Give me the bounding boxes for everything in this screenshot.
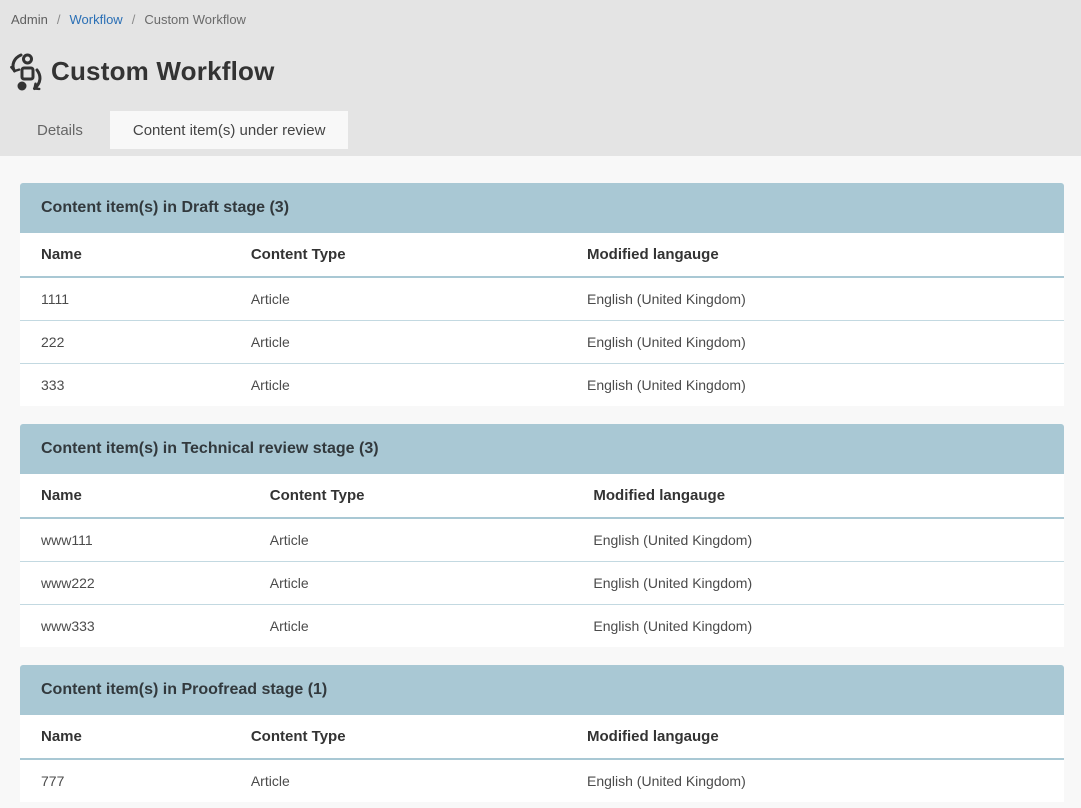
- cell-content-type: Article: [249, 604, 573, 647]
- cell-name: www222: [20, 561, 249, 604]
- cell-content-type: Article: [249, 561, 573, 604]
- cell-name: 222: [20, 320, 230, 363]
- column-header: Name: [20, 233, 230, 277]
- stage-table: NameContent TypeModified langauge 777Art…: [20, 715, 1064, 802]
- cell-name: www111: [20, 518, 249, 561]
- table-row: 333ArticleEnglish (United Kingdom): [20, 363, 1064, 406]
- content-area: Content item(s) in Draft stage (3) NameC…: [0, 156, 1081, 802]
- table-row: 777ArticleEnglish (United Kingdom): [20, 759, 1064, 802]
- cell-content-type: Article: [230, 759, 566, 802]
- cell-modified-language: English (United Kingdom): [572, 518, 1064, 561]
- cell-content-type: Article: [230, 363, 566, 406]
- table-header-row: NameContent TypeModified langauge: [20, 233, 1064, 277]
- breadcrumb: Admin / Workflow / Custom Workflow: [0, 0, 1081, 27]
- cell-modified-language: English (United Kingdom): [572, 604, 1064, 647]
- table-row: www111ArticleEnglish (United Kingdom): [20, 518, 1064, 561]
- breadcrumb-workflow[interactable]: Workflow: [69, 12, 122, 27]
- tab-content-items-under-review[interactable]: Content item(s) under review: [110, 111, 349, 149]
- stage-section: Content item(s) in Proofread stage (1) N…: [20, 665, 1064, 802]
- column-header: Content Type: [249, 474, 573, 518]
- column-header: Name: [20, 715, 230, 759]
- stage-table: NameContent TypeModified langauge www111…: [20, 474, 1064, 647]
- table-row: 222ArticleEnglish (United Kingdom): [20, 320, 1064, 363]
- cell-name: 777: [20, 759, 230, 802]
- cell-modified-language: English (United Kingdom): [572, 561, 1064, 604]
- stage-section-title: Content item(s) in Technical review stag…: [20, 424, 1064, 474]
- cell-name: 333: [20, 363, 230, 406]
- stage-section-title: Content item(s) in Proofread stage (1): [20, 665, 1064, 715]
- cell-name: www333: [20, 604, 249, 647]
- tab-details[interactable]: Details: [10, 111, 110, 149]
- column-header: Modified langauge: [566, 233, 1064, 277]
- column-header: Content Type: [230, 715, 566, 759]
- tab-bar: Details Content item(s) under review: [0, 93, 1081, 149]
- column-header: Name: [20, 474, 249, 518]
- breadcrumb-current: Custom Workflow: [144, 12, 246, 27]
- breadcrumb-separator: /: [132, 12, 136, 27]
- stage-sections: Content item(s) in Draft stage (3) NameC…: [20, 183, 1064, 802]
- cell-content-type: Article: [230, 277, 566, 320]
- column-header: Content Type: [230, 233, 566, 277]
- title-row: Custom Workflow: [0, 27, 1081, 93]
- column-header: Modified langauge: [572, 474, 1064, 518]
- stage-section-title: Content item(s) in Draft stage (3): [20, 183, 1064, 233]
- workflow-icon: [10, 53, 42, 91]
- stage-section: Content item(s) in Draft stage (3) NameC…: [20, 183, 1064, 406]
- cell-modified-language: English (United Kingdom): [566, 277, 1064, 320]
- table-header-row: NameContent TypeModified langauge: [20, 715, 1064, 759]
- column-header: Modified langauge: [566, 715, 1064, 759]
- cell-content-type: Article: [249, 518, 573, 561]
- breadcrumb-separator: /: [57, 12, 61, 27]
- table-header-row: NameContent TypeModified langauge: [20, 474, 1064, 518]
- cell-modified-language: English (United Kingdom): [566, 363, 1064, 406]
- stage-section: Content item(s) in Technical review stag…: [20, 424, 1064, 647]
- breadcrumb-admin[interactable]: Admin: [11, 12, 48, 27]
- page-title: Custom Workflow: [51, 57, 275, 86]
- cell-name: 1111: [20, 277, 230, 320]
- table-row: 1111ArticleEnglish (United Kingdom): [20, 277, 1064, 320]
- table-row: www222ArticleEnglish (United Kingdom): [20, 561, 1064, 604]
- cell-modified-language: English (United Kingdom): [566, 759, 1064, 802]
- cell-modified-language: English (United Kingdom): [566, 320, 1064, 363]
- page-header: Admin / Workflow / Custom Workflow Custo…: [0, 0, 1081, 156]
- cell-content-type: Article: [230, 320, 566, 363]
- table-row: www333ArticleEnglish (United Kingdom): [20, 604, 1064, 647]
- stage-table: NameContent TypeModified langauge 1111Ar…: [20, 233, 1064, 406]
